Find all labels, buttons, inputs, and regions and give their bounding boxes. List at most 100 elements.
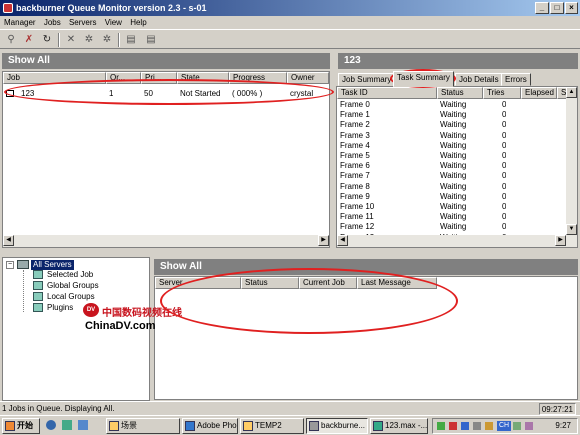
scroll-right-icon[interactable]: ▶ <box>318 235 329 246</box>
column-priority[interactable]: Pri... <box>141 72 177 84</box>
task-row[interactable]: Frame 11 Waiting 0 <box>337 212 577 222</box>
task-row[interactable]: Frame 10 Waiting 0 <box>337 202 577 212</box>
column-task-id[interactable]: Task ID <box>337 87 437 99</box>
task-row[interactable]: Frame 8 Waiting 0 <box>337 182 577 192</box>
delete-icon[interactable]: ✕ <box>64 33 78 46</box>
close-button[interactable]: × <box>565 2 578 14</box>
tray-icon[interactable] <box>513 422 521 430</box>
tree-item-plugins[interactable]: Plugins <box>47 303 73 312</box>
taskbar-item-0[interactable]: 场景 <box>106 418 180 434</box>
taskbar-item-1[interactable]: Adobe Pho... <box>182 418 238 434</box>
column-progress[interactable]: Progress <box>229 72 287 84</box>
task-id: Frame 10 <box>340 202 375 211</box>
scroll-right-icon[interactable]: ▶ <box>555 235 566 246</box>
job-progress: ( 000% ) <box>232 89 263 98</box>
task-status: Waiting <box>440 191 467 201</box>
task-row[interactable]: Frame 1 Waiting 0 <box>337 110 577 120</box>
system-tray: CH 9:27 <box>432 418 578 434</box>
column-job[interactable]: Job <box>3 72 106 84</box>
column-order[interactable]: Or... <box>106 72 141 84</box>
column-last-message[interactable]: Last Message <box>357 277 437 289</box>
tray-language[interactable]: CH <box>497 421 512 431</box>
menu-manager[interactable]: Manager <box>4 18 36 27</box>
tree-root-all-servers[interactable]: All Servers <box>31 260 74 270</box>
job-row[interactable]: 123 1 50 Not Started ( 000% ) crystal <box>3 88 329 99</box>
expand-icon[interactable] <box>6 90 14 97</box>
connect-icon[interactable]: ⚲ <box>4 33 18 46</box>
maximize-button[interactable]: □ <box>550 2 564 14</box>
tasks-vscrollbar[interactable]: ▲ ▼ <box>566 87 577 235</box>
column-owner[interactable]: Owner <box>287 72 329 84</box>
tasks-hscrollbar[interactable]: ◀ ▶ <box>337 235 577 247</box>
tree-item-selected-job[interactable]: Selected Job <box>47 270 93 279</box>
toolbar-separator <box>58 33 60 47</box>
taskbar-item-2[interactable]: TEMP2 <box>240 418 304 434</box>
tray-icon[interactable] <box>437 422 445 430</box>
tab-job-summary[interactable]: Job Summary <box>338 73 396 86</box>
task-status: Waiting <box>440 181 467 191</box>
menu-servers[interactable]: Servers <box>69 18 97 27</box>
tab-task-summary[interactable]: Task Summary <box>393 71 454 87</box>
column-server-status[interactable]: Status <box>241 277 299 289</box>
desktop-icon[interactable] <box>78 420 88 430</box>
column-elapsed[interactable]: Elapsed <box>521 87 557 99</box>
tray-icon[interactable] <box>485 422 493 430</box>
server-icon[interactable]: ▤ <box>124 33 138 46</box>
task-id: Frame 8 <box>340 181 370 191</box>
activate-icon[interactable]: ✲ <box>82 33 96 46</box>
scroll-left-icon[interactable]: ◀ <box>337 235 348 246</box>
task-id: Frame 3 <box>340 130 370 140</box>
task-row[interactable]: Frame 4 Waiting 0 <box>337 141 577 151</box>
task-status: Waiting <box>440 130 467 140</box>
jobs-hscrollbar[interactable]: ◀ ▶ <box>3 235 329 247</box>
start-button[interactable]: 开始 <box>2 418 40 434</box>
tree-line <box>23 270 24 312</box>
taskbar-item-3[interactable]: backburne... <box>306 418 368 434</box>
menu-help[interactable]: Help <box>130 18 146 27</box>
scroll-up-icon[interactable]: ▲ <box>566 87 577 98</box>
task-row[interactable]: Frame 3 Waiting 0 <box>337 131 577 141</box>
task-row[interactable]: Frame 7 Waiting 0 <box>337 171 577 181</box>
servers-list: Server Status Current Job Last Message <box>154 276 578 400</box>
task-row[interactable]: Frame 5 Waiting 0 <box>337 151 577 161</box>
refresh-icon[interactable]: ↻ <box>40 33 54 46</box>
column-status[interactable]: Status <box>437 87 483 99</box>
tab-job-details[interactable]: Job Details <box>455 73 503 86</box>
watermark-logo-icon: DV <box>83 303 99 317</box>
tray-icon[interactable] <box>525 422 533 430</box>
task-row[interactable]: Frame 2 Waiting 0 <box>337 120 577 130</box>
jobs-panel-header: Show All <box>2 53 330 69</box>
collapse-icon[interactable]: − <box>6 261 14 269</box>
deactivate-icon[interactable]: ✲ <box>100 33 114 46</box>
task-status: Waiting <box>440 110 467 120</box>
minimize-button[interactable]: _ <box>535 2 549 14</box>
monitor-icon[interactable]: ▤ <box>144 33 158 46</box>
menu-view[interactable]: View <box>105 18 122 27</box>
tray-icon[interactable] <box>449 422 457 430</box>
tree-item-local-groups[interactable]: Local Groups <box>47 292 95 301</box>
column-state[interactable]: State <box>177 72 229 84</box>
column-tries[interactable]: Tries <box>483 87 521 99</box>
scroll-down-icon[interactable]: ▼ <box>566 224 577 235</box>
disconnect-icon[interactable]: ✗ <box>22 33 36 46</box>
tray-icon[interactable] <box>473 422 481 430</box>
outlook-icon[interactable] <box>62 420 72 430</box>
task-id: Frame 2 <box>340 120 370 130</box>
task-row[interactable]: Frame 9 Waiting 0 <box>337 192 577 202</box>
column-current-job[interactable]: Current Job <box>299 277 357 289</box>
task-status: Waiting <box>440 171 467 181</box>
taskbar-item-4[interactable]: 123.max -... <box>370 418 428 434</box>
toolbar: ⚲ ✗ ↻ ✕ ✲ ✲ ▤ ▤ <box>0 29 580 49</box>
toolbar-separator <box>118 33 120 47</box>
column-server[interactable]: Server <box>155 277 241 289</box>
jobs-list: Job Or... Pri... State Progress Owner 12… <box>2 71 330 248</box>
task-row[interactable]: Frame 6 Waiting 0 <box>337 161 577 171</box>
scroll-left-icon[interactable]: ◀ <box>3 235 14 246</box>
tray-icon[interactable] <box>461 422 469 430</box>
tree-item-global-groups[interactable]: Global Groups <box>47 281 99 290</box>
menu-jobs[interactable]: Jobs <box>44 18 61 27</box>
task-row[interactable]: Frame 12 Waiting 0 <box>337 222 577 232</box>
task-row[interactable]: Frame 0 Waiting 0 <box>337 100 577 110</box>
ie-icon[interactable] <box>46 420 56 430</box>
tab-errors[interactable]: Errors <box>501 73 531 86</box>
